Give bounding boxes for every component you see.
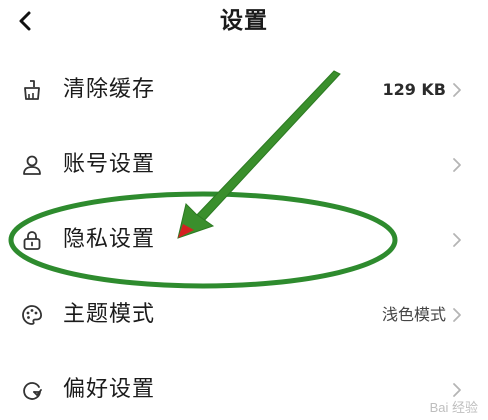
settings-item-label: 账号设置 xyxy=(63,152,156,177)
chevron-right-icon xyxy=(453,233,461,247)
header-bar: 设置 xyxy=(0,0,488,44)
lock-icon xyxy=(20,228,44,252)
baidu-watermark: Bai 经验 xyxy=(430,396,478,416)
settings-item-label: 偏好设置 xyxy=(63,377,156,402)
preference-icon xyxy=(20,378,44,402)
user-icon xyxy=(20,153,44,177)
palette-icon xyxy=(20,303,44,327)
settings-item-label: 主题模式 xyxy=(63,302,156,327)
settings-item-label: 隐私设置 xyxy=(63,227,156,252)
settings-item-privacy[interactable]: 隐私设置 xyxy=(0,210,488,270)
chevron-right-icon xyxy=(453,83,461,97)
chevron-right-icon xyxy=(453,158,461,172)
settings-item-clear-cache[interactable]: 清除缓存 129 KB xyxy=(0,60,488,120)
chevron-right-icon xyxy=(453,308,461,322)
cache-size-value: 129 KB xyxy=(382,80,446,99)
settings-item-label: 清除缓存 xyxy=(63,77,156,102)
theme-mode-value: 浅色模式 xyxy=(381,305,446,324)
page-title: 设置 xyxy=(220,8,268,34)
watermark-text: Bai 经验 xyxy=(429,399,478,415)
settings-item-account[interactable]: 账号设置 xyxy=(0,135,488,195)
settings-item-preferences[interactable]: 偏好设置 xyxy=(0,360,488,420)
broom-icon xyxy=(20,78,44,102)
settings-item-theme[interactable]: 主题模式 浅色模式 xyxy=(0,285,488,345)
